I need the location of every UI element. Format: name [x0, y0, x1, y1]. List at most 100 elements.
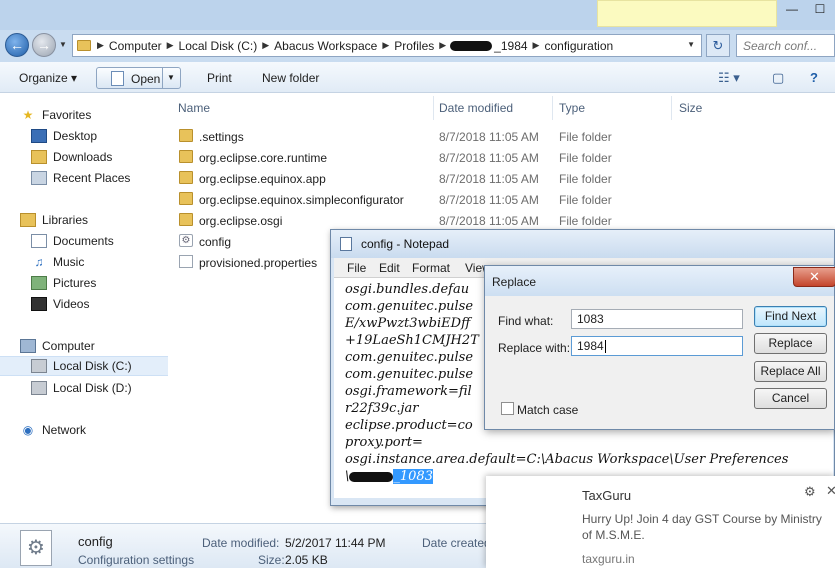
- close-icon[interactable]: ✕: [793, 267, 835, 287]
- text-line: +19LaeSh1CMJH2T: [345, 333, 479, 348]
- chevron-right-icon[interactable]: ▶: [260, 40, 271, 51]
- folder-icon: [179, 192, 193, 205]
- refresh-icon[interactable]: ↻: [706, 34, 730, 57]
- chevron-down-icon[interactable]: ▼: [687, 40, 695, 49]
- nav-network-label: Network: [42, 423, 87, 437]
- nav-pictures-label: Pictures: [53, 276, 97, 290]
- file-name: org.eclipse.osgi: [199, 214, 283, 228]
- text-line: osgi.bundles.defau: [345, 282, 470, 297]
- hard-drive-icon: [31, 359, 47, 373]
- new-folder-button[interactable]: New folder: [262, 71, 319, 85]
- open-button[interactable]: Open ▼: [96, 67, 181, 89]
- replace-button[interactable]: Replace: [754, 333, 827, 354]
- text-line: eclipse.product=co: [345, 418, 473, 433]
- chevron-right-icon[interactable]: ▶: [95, 40, 106, 51]
- replace-with-input[interactable]: 1984: [571, 336, 743, 356]
- find-what-input[interactable]: 1083: [571, 309, 743, 329]
- file-type: File folder: [559, 151, 612, 165]
- details-modified-label: Date modified:: [202, 536, 280, 550]
- file-icon: [179, 255, 193, 268]
- details-size-value: 2.05 KB: [285, 553, 328, 567]
- chevron-right-icon[interactable]: ▶: [165, 40, 176, 51]
- folder-icon: [179, 213, 193, 226]
- web-notification[interactable]: TaxGuru ⚙ ✕ Hurry Up! Join 4 day GST Cou…: [486, 476, 835, 568]
- menu-edit[interactable]: Edit: [379, 261, 400, 275]
- file-row[interactable]: org.eclipse.equinox.simpleconfigurator 8…: [176, 189, 826, 210]
- downloads-icon: [31, 150, 47, 164]
- nav-libraries[interactable]: Libraries: [20, 210, 188, 230]
- column-separator[interactable]: [552, 96, 553, 120]
- chevron-right-icon[interactable]: ▶: [437, 40, 448, 51]
- text-line: osgi.instance.area.default=C:\Abacus Wor…: [345, 452, 789, 467]
- folder-icon: [179, 150, 193, 163]
- notepad-icon: [340, 237, 352, 251]
- file-row[interactable]: org.eclipse.core.runtime 8/7/2018 11:05 …: [176, 147, 826, 168]
- find-what-label: Find what:: [498, 314, 554, 328]
- nav-network[interactable]: ◉ Network: [20, 420, 188, 440]
- breadcrumb-configuration[interactable]: configuration: [541, 39, 616, 53]
- column-separator[interactable]: [433, 96, 434, 120]
- preview-pane-icon[interactable]: ▢: [772, 70, 784, 86]
- nav-favorites[interactable]: ★ Favorites: [20, 105, 188, 125]
- notification-source: TaxGuru: [582, 488, 632, 503]
- replace-titlebar[interactable]: Replace ✕: [485, 266, 835, 296]
- gear-icon: ⚙: [179, 234, 193, 247]
- split-divider: [162, 68, 163, 88]
- chevron-down-icon[interactable]: ▼: [167, 73, 175, 82]
- search-input[interactable]: Search conf...: [736, 34, 835, 57]
- menu-format[interactable]: Format: [412, 261, 450, 275]
- libraries-icon: [20, 213, 36, 227]
- file-date: 8/7/2018 11:05 AM: [439, 193, 539, 207]
- music-note-icon: ♫: [34, 255, 44, 269]
- menu-file[interactable]: File: [347, 261, 366, 275]
- details-modified-value: 5/2/2017 11:44 PM: [285, 536, 386, 550]
- recent-pages-dropdown-icon[interactable]: ▼: [59, 40, 67, 49]
- replace-all-button[interactable]: Replace All: [754, 361, 827, 382]
- file-row[interactable]: org.eclipse.equinox.app 8/7/2018 11:05 A…: [176, 168, 826, 189]
- chevron-right-icon[interactable]: ▶: [531, 40, 542, 51]
- gear-icon: ⚙: [20, 530, 52, 566]
- breadcrumb-profiles[interactable]: Profiles: [391, 39, 437, 53]
- file-type: File folder: [559, 130, 612, 144]
- breadcrumb-computer[interactable]: Computer: [106, 39, 165, 53]
- help-icon[interactable]: ?: [810, 70, 818, 85]
- command-toolbar: Organize ▾ Open ▼ Print New folder ☷ ▾ ▢…: [0, 62, 835, 93]
- cancel-button[interactable]: Cancel: [754, 388, 827, 409]
- column-header-date[interactable]: Date modified: [439, 101, 513, 115]
- notepad-titlebar[interactable]: config - Notepad: [331, 230, 834, 258]
- column-header-name[interactable]: Name: [178, 101, 210, 115]
- chevron-right-icon[interactable]: ▶: [380, 40, 391, 51]
- back-arrow-icon[interactable]: ←: [5, 33, 29, 57]
- organize-button[interactable]: Organize ▾: [19, 71, 77, 85]
- column-header-type[interactable]: Type: [559, 101, 585, 115]
- file-row[interactable]: org.eclipse.osgi 8/7/2018 11:05 AM File …: [176, 210, 826, 231]
- network-icon: ◉: [22, 423, 34, 437]
- replace-with-label: Replace with:: [498, 341, 571, 355]
- close-icon[interactable]: ✕: [826, 483, 835, 499]
- replace-dialog: Replace ✕ Find what: 1083 Replace with: …: [484, 265, 835, 430]
- column-separator[interactable]: [671, 96, 672, 120]
- print-button[interactable]: Print: [207, 71, 232, 85]
- document-icon: [111, 71, 124, 86]
- nav-local-disk-c[interactable]: Local Disk (C:): [0, 356, 168, 376]
- file-row[interactable]: .settings 8/7/2018 11:05 AM File folder: [176, 126, 826, 147]
- find-next-button[interactable]: Find Next: [754, 306, 827, 327]
- text-line: com.genuitec.pulse: [345, 367, 474, 382]
- breadcrumb-local-disk[interactable]: Local Disk (C:): [176, 39, 261, 53]
- redaction-mark: [450, 40, 493, 51]
- gear-icon[interactable]: ⚙: [804, 484, 816, 500]
- nav-computer[interactable]: Computer: [20, 336, 188, 356]
- match-case-checkbox[interactable]: [501, 402, 514, 415]
- maximize-button[interactable]: ☐: [806, 0, 834, 18]
- match-case-label[interactable]: Match case: [517, 403, 578, 417]
- view-options-icon[interactable]: ☷ ▾: [718, 70, 740, 86]
- column-header-size[interactable]: Size: [679, 101, 702, 115]
- minimize-button[interactable]: —: [778, 0, 806, 18]
- forward-arrow-icon[interactable]: →: [32, 33, 56, 57]
- breadcrumb-workspace[interactable]: Abacus Workspace: [271, 39, 380, 53]
- text-caret: [604, 340, 606, 354]
- breadcrumb-profile[interactable]: _1984: [494, 39, 530, 53]
- address-bar[interactable]: ▶ Computer ▶ Local Disk (C:) ▶ Abacus Wo…: [72, 34, 702, 57]
- text-line: com.genuitec.pulse: [345, 299, 474, 314]
- nav-local-d-label: Local Disk (D:): [53, 381, 132, 395]
